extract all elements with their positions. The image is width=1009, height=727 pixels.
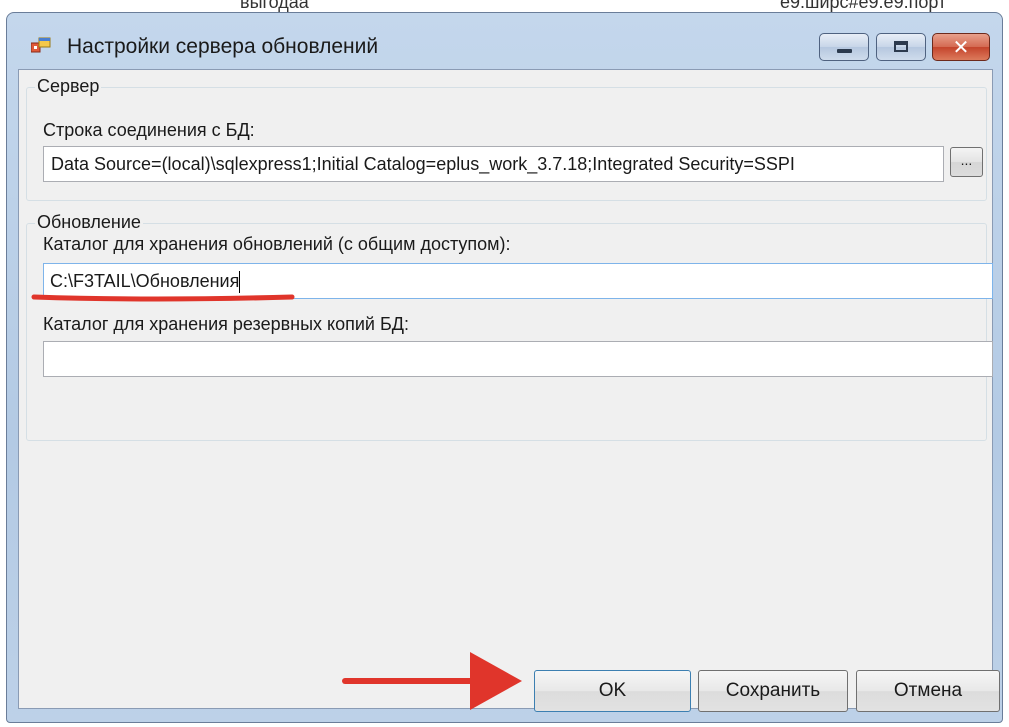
- minimize-button[interactable]: [819, 33, 869, 61]
- maximize-button[interactable]: [876, 33, 926, 61]
- server-group: Сервер: [26, 76, 987, 201]
- app-form-icon: [31, 37, 51, 53]
- backup-directory-field[interactable]: [43, 341, 993, 377]
- backup-directory-label: Каталог для хранения резервных копий БД:: [43, 314, 409, 334]
- connection-string-field[interactable]: Data Source=(local)\sqlexpress1;Initial …: [43, 146, 944, 182]
- save-button-label: Сохранить: [725, 680, 821, 701]
- close-button[interactable]: ✕: [932, 33, 990, 61]
- server-group-legend: Сервер: [35, 76, 102, 97]
- browse-connection-label: ...: [960, 152, 973, 168]
- ok-button[interactable]: OK: [534, 670, 691, 712]
- ok-button-label: OK: [598, 680, 627, 701]
- maximize-icon: [894, 41, 908, 52]
- updates-directory-field[interactable]: C:\F3TAIL\Обновления: [43, 263, 993, 299]
- cancel-button-label: Отмена: [893, 680, 963, 701]
- background-text-left: выгодаа: [240, 0, 309, 12]
- minimize-icon: [837, 49, 852, 53]
- updates-directory-value: C:\F3TAIL\Обновления: [50, 271, 240, 291]
- background-window-strip: выгодаа e9.ширс#e9.e9.порт: [0, 0, 1009, 12]
- connection-string-label: Строка соединения с БД:: [43, 120, 255, 140]
- update-group-legend: Обновление: [35, 212, 143, 233]
- cancel-button[interactable]: Отмена: [856, 670, 1000, 712]
- background-text-right: e9.ширс#e9.e9.порт: [780, 0, 947, 12]
- browse-connection-button[interactable]: ...: [950, 147, 983, 177]
- update-server-settings-dialog: Настройки сервера обновлений ✕ Сервер Ст…: [6, 12, 1003, 723]
- updates-directory-label: Каталог для хранения обновлений (с общим…: [43, 234, 511, 254]
- connection-string-value: Data Source=(local)\sqlexpress1;Initial …: [51, 154, 795, 174]
- window-title: Настройки сервера обновлений: [67, 35, 379, 58]
- save-button[interactable]: Сохранить: [698, 670, 848, 712]
- dialog-client-area: Сервер Строка соединения с БД: Data Sour…: [18, 69, 1000, 712]
- title-bar[interactable]: Настройки сервера обновлений ✕: [7, 13, 1002, 63]
- close-icon: ✕: [952, 35, 970, 59]
- text-caret: [239, 271, 241, 294]
